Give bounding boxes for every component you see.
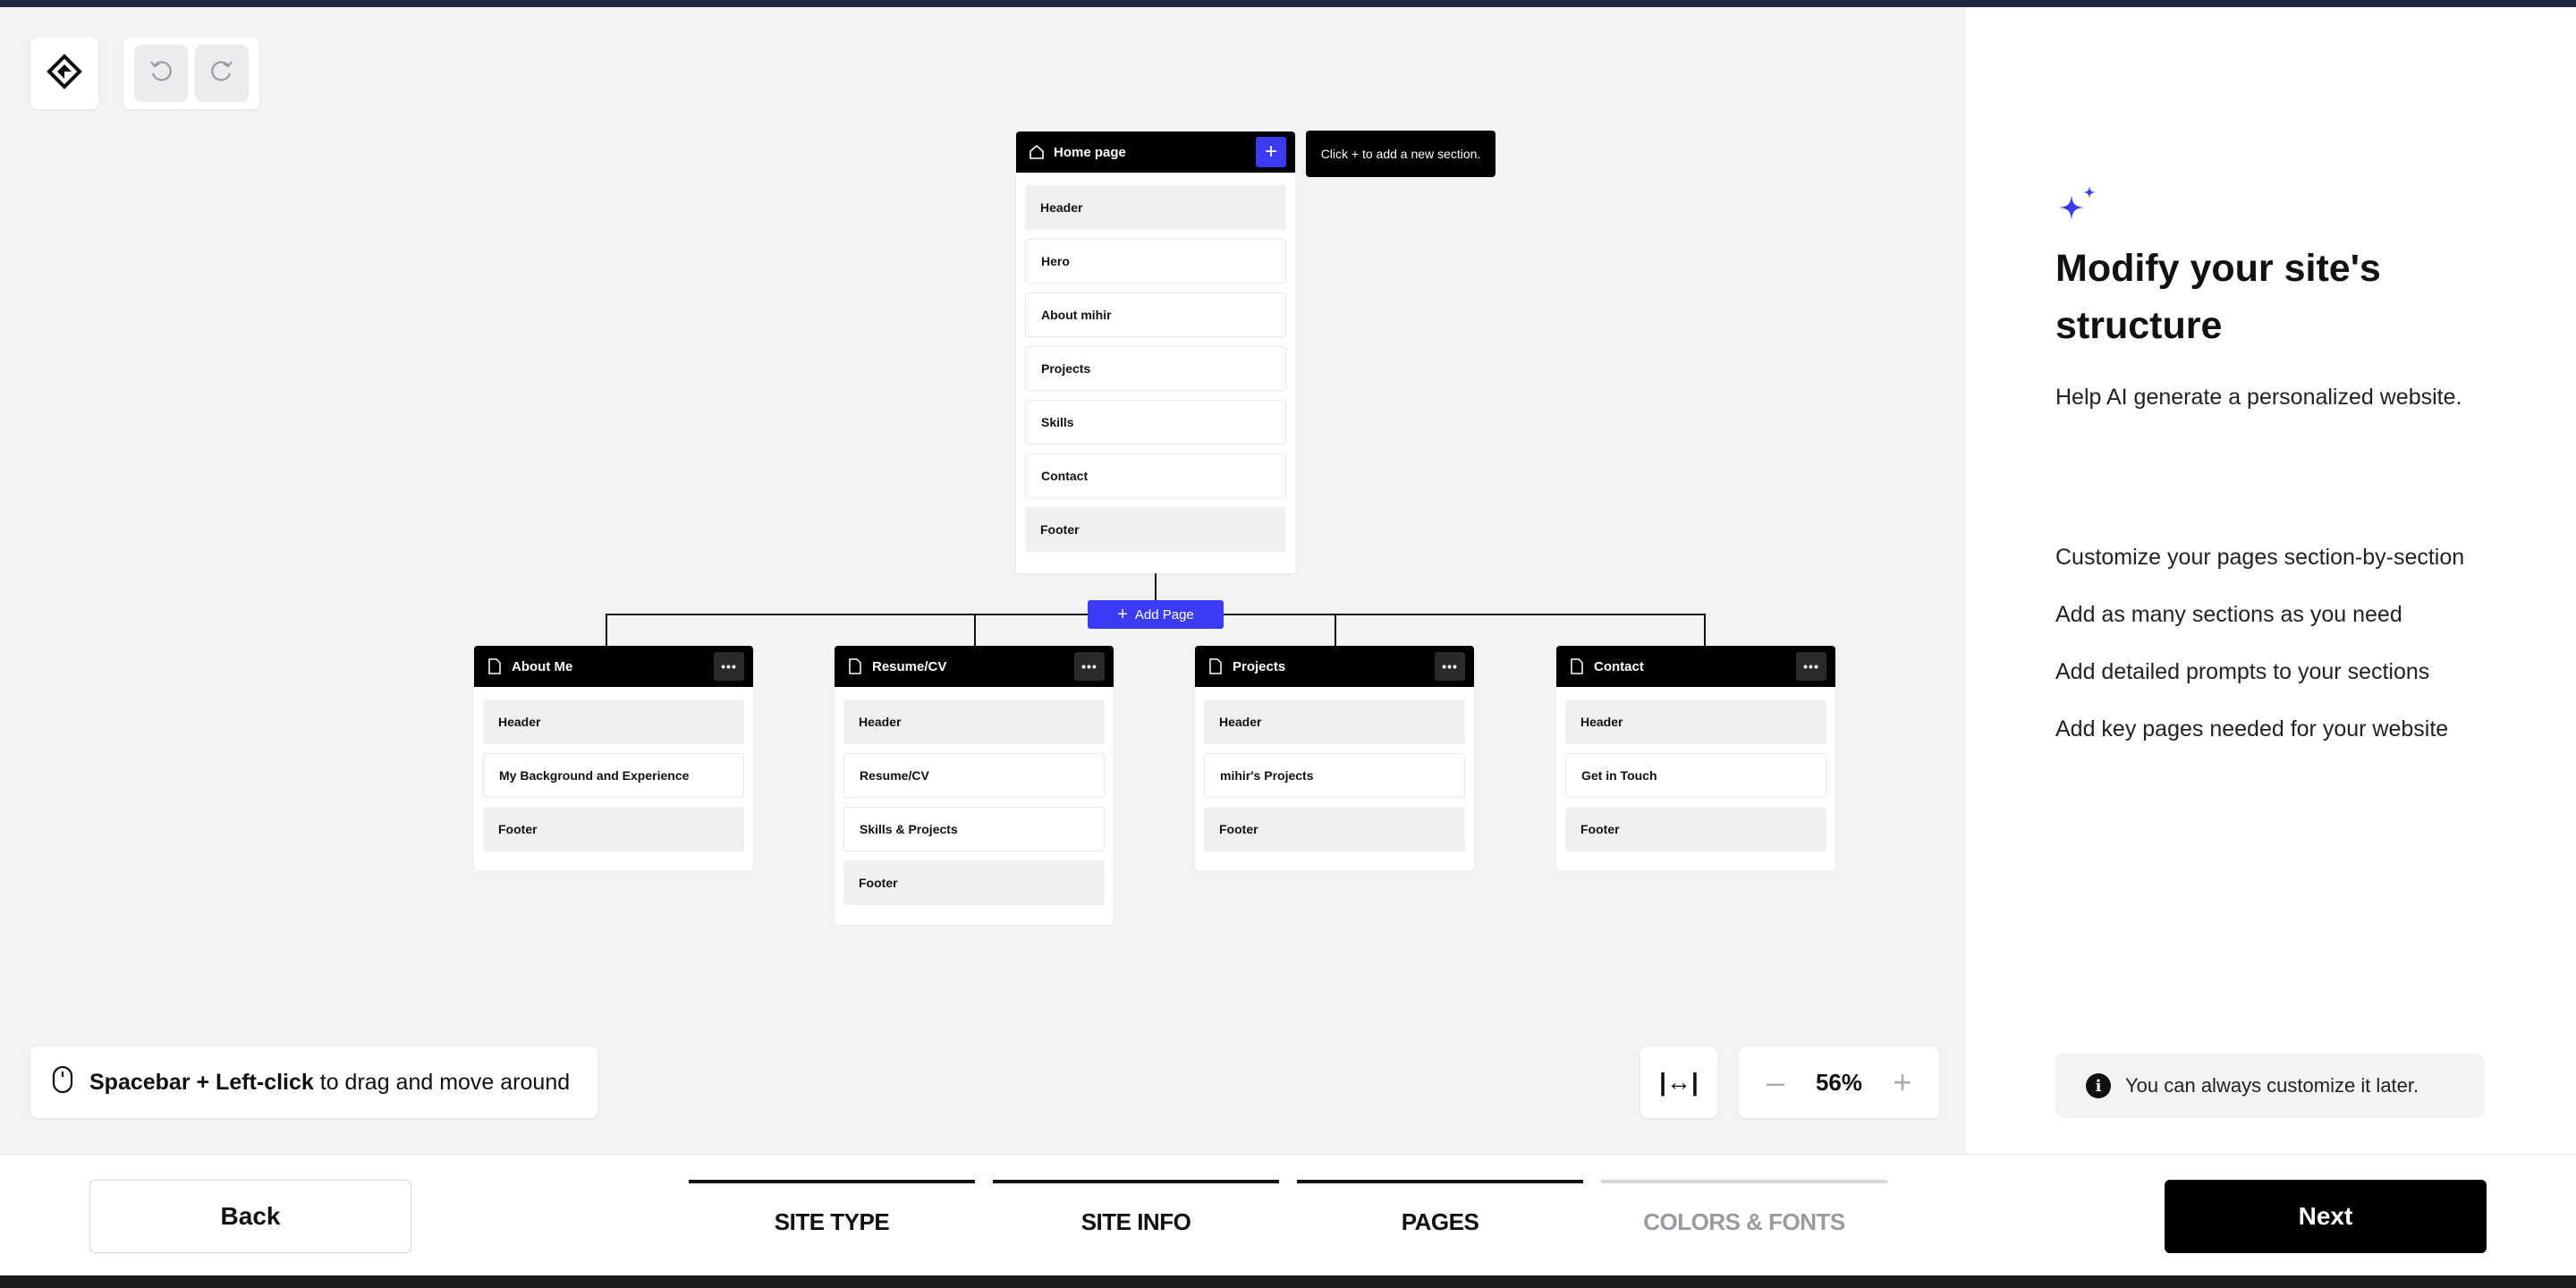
fit-width-icon: |↔| [1659,1068,1699,1096]
step-progress-bar [1601,1180,1887,1183]
page-card-header: About Me ••• [474,646,753,687]
add-section-button[interactable]: + [1256,137,1286,167]
step-label: PAGES [1401,1208,1479,1235]
redo-button[interactable] [195,45,249,102]
hint-text: to drag and move around [319,1069,571,1095]
structure-canvas[interactable]: Home page + Header Hero About mihir Proj… [0,7,1966,1154]
section-item[interactable]: Header [483,699,744,744]
step-site-info[interactable]: SITE INFO [993,1180,1279,1253]
section-item[interactable]: mihir's Projects [1204,753,1465,798]
page-card-header: Resume/CV ••• [835,646,1114,687]
step-label: COLORS & FONTS [1643,1208,1845,1235]
step-label: SITE INFO [1080,1208,1191,1235]
page-icon [487,658,503,674]
step-progress-bar [993,1180,1279,1183]
section-item[interactable]: Contact [1025,453,1286,498]
brand-logo-icon [47,53,82,94]
next-button[interactable]: Next [2165,1180,2487,1253]
info-notice: i You can always customize it later. [2055,1054,2485,1118]
bottom-window-strip [0,1275,2576,1288]
section-item[interactable]: Header [1204,699,1465,744]
add-page-label: Add Page [1134,606,1194,623]
zoom-out-button[interactable]: – [1760,1066,1791,1098]
page-card-header: Projects ••• [1195,646,1474,687]
wizard-footer: Back SITE TYPE SITE INFO PAGES COLORS & … [0,1154,2576,1275]
feature-item: Customize your pages section-by-section [2055,545,2465,570]
info-panel: Modify your site's structure Help AI gen… [1966,7,2576,1154]
back-button[interactable]: Back [89,1180,411,1253]
home-page-header: Home page + [1016,131,1295,173]
section-item[interactable]: Skills & Projects [843,807,1105,852]
page-card-contact[interactable]: Contact ••• Header Get in Touch Footer [1556,646,1835,871]
page-options-button[interactable]: ••• [1435,652,1465,681]
section-item[interactable]: My Background and Experience [483,753,744,798]
page-card-about-me[interactable]: About Me ••• Header My Background and Ex… [474,646,753,871]
step-label: SITE TYPE [774,1208,890,1235]
add-section-tooltip: Click + to add a new section. [1306,131,1496,177]
navigation-hint: Spacebar + Left-click to drag and move a… [30,1046,597,1118]
page-icon [1208,658,1224,674]
feature-item: Add as many sections as you need [2055,602,2402,627]
add-page-button[interactable]: + Add Page [1088,600,1224,629]
step-pages[interactable]: PAGES [1297,1180,1583,1253]
plus-icon: + [1117,605,1128,624]
page-card-header: Contact ••• [1556,646,1835,687]
section-item[interactable]: Footer [1025,507,1286,552]
info-icon: i [2086,1073,2111,1098]
zoom-controls: – 56% + [1739,1046,1939,1118]
home-page-title: Home page [1054,144,1126,160]
redo-icon [208,58,235,89]
undo-button[interactable] [134,45,188,102]
feature-list: Customize your pages section-by-section … [2055,538,2464,767]
connector-line [1155,573,1157,600]
hint-keys: Spacebar + Left-click [89,1069,314,1095]
page-icon [847,658,863,674]
logo-button[interactable] [30,38,98,109]
home-page-card[interactable]: Home page + Header Hero About mihir Proj… [1016,131,1295,573]
history-controls [123,38,259,109]
page-card-projects[interactable]: Projects ••• Header mihir's Projects Foo… [1195,646,1474,871]
section-item[interactable]: Header [843,699,1105,744]
section-item[interactable]: Header [1025,185,1286,230]
zoom-in-button[interactable]: + [1887,1066,1918,1098]
section-item[interactable]: Projects [1025,346,1286,391]
step-progress-bar [1297,1180,1583,1183]
page-card-resume[interactable]: Resume/CV ••• Header Resume/CV Skills & … [835,646,1114,925]
page-title: Contact [1594,658,1644,674]
section-item[interactable]: Footer [483,807,744,852]
feature-item: Add key pages needed for your website [2055,716,2449,741]
panel-subtitle: Help AI generate a personalized website. [2055,385,2462,410]
section-item[interactable]: Get in Touch [1565,753,1826,798]
step-progress-bar [689,1180,975,1183]
info-text: You can always customize it later. [2125,1074,2419,1097]
page-title: Projects [1233,658,1286,674]
page-icon [1569,658,1585,674]
section-item[interactable]: Skills [1025,400,1286,445]
section-item[interactable]: Footer [1204,807,1465,852]
page-options-button[interactable]: ••• [1074,652,1105,681]
panel-title: Modify your site's structure [2055,247,2381,347]
section-item[interactable]: Header [1565,699,1826,744]
step-site-type[interactable]: SITE TYPE [689,1180,975,1253]
section-item[interactable]: Footer [843,860,1105,905]
top-window-strip [0,0,2576,7]
step-colors-fonts[interactable]: COLORS & FONTS [1601,1180,1887,1253]
section-item[interactable]: Footer [1565,807,1826,852]
zoom-level: 56% [1815,1068,1863,1096]
section-item[interactable]: About mihir [1025,292,1286,337]
mouse-icon [52,1065,73,1100]
home-icon [1029,144,1045,160]
fit-to-screen-button[interactable]: |↔| [1640,1046,1717,1118]
page-title: About Me [512,658,573,674]
page-options-button[interactable]: ••• [1796,652,1826,681]
page-options-button[interactable]: ••• [714,652,744,681]
section-item[interactable]: Hero [1025,239,1286,284]
page-title: Resume/CV [872,658,947,674]
sparkle-icon [2055,182,2100,227]
feature-item: Add detailed prompts to your sections [2055,659,2430,684]
undo-icon [148,58,174,89]
section-item[interactable]: Resume/CV [843,753,1105,798]
